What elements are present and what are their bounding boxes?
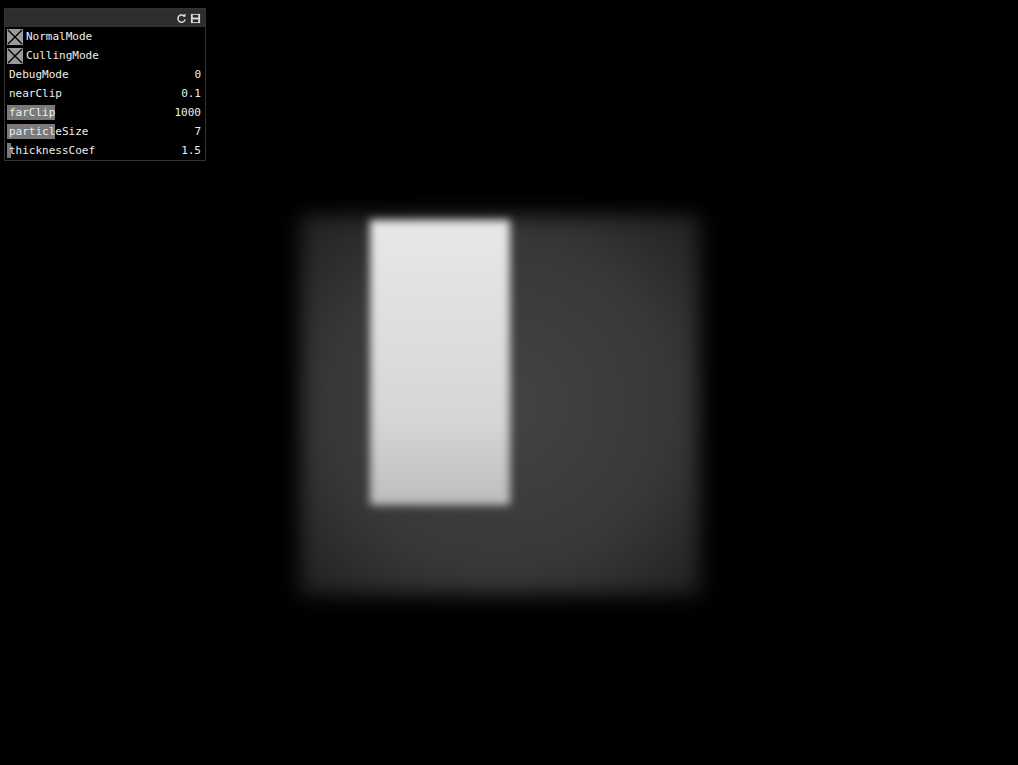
panel-header[interactable]: [5, 9, 205, 27]
slider-label: farClip: [7, 106, 55, 119]
check-x-icon: [7, 48, 23, 64]
toggle-checkbox[interactable]: [7, 48, 23, 64]
gui-panel: NormalMode CullingMode DebugMode 0 nearClip 0…: [4, 8, 206, 161]
check-x-icon: [7, 29, 23, 45]
slider-row[interactable]: nearClip 0.1: [5, 84, 205, 103]
bright-particle-block: [370, 220, 510, 505]
slider-value: 0: [194, 68, 201, 81]
slider-row[interactable]: DebugMode 0: [5, 65, 205, 84]
toggle-label: CullingMode: [26, 49, 99, 62]
slider-value: 1000: [175, 106, 202, 119]
slider-row[interactable]: particleSize 7: [5, 122, 205, 141]
slider-row[interactable]: thicknessCoef 1.5: [5, 141, 205, 160]
fluid-render-view: [290, 205, 710, 605]
slider-label: DebugMode: [7, 68, 69, 81]
slider-row[interactable]: farClip 1000: [5, 103, 205, 122]
slider-label: thicknessCoef: [7, 144, 95, 157]
slider-value: 7: [194, 125, 201, 138]
toggle-label: NormalMode: [26, 30, 92, 43]
toggle-row[interactable]: CullingMode: [5, 46, 205, 65]
save-icon[interactable]: [190, 13, 201, 24]
slider-label: nearClip: [7, 87, 62, 100]
slider-value: 0.1: [181, 87, 201, 100]
toggle-checkbox[interactable]: [7, 29, 23, 45]
toggle-row[interactable]: NormalMode: [5, 27, 205, 46]
slider-label: particleSize: [7, 125, 88, 138]
reload-icon[interactable]: [176, 13, 187, 24]
slider-value: 1.5: [181, 144, 201, 157]
app-window: NormalMode CullingMode DebugMode 0 nearClip 0…: [0, 0, 1018, 765]
